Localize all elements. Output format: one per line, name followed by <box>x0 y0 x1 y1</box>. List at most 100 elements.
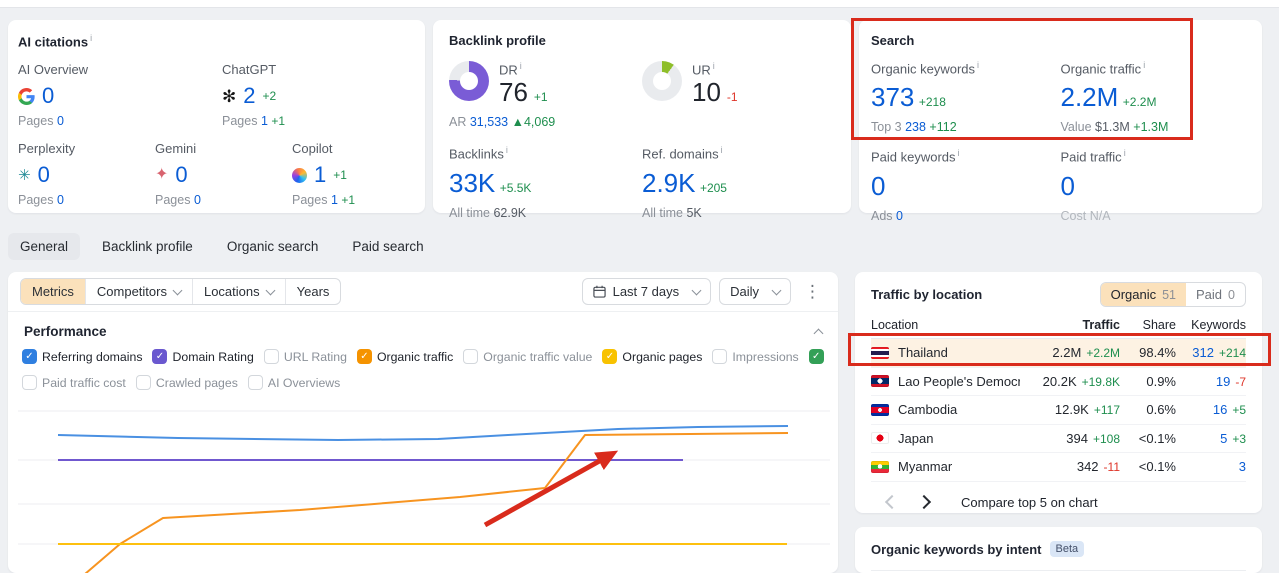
metric-toggles-row-1: ✓ Referring domains ✓ Domain Rating URL Rati… <box>22 349 824 364</box>
flag-laos-icon <box>871 375 889 388</box>
prev-page-icon[interactable] <box>884 494 900 510</box>
metric-label: Paid traffic i <box>1060 148 1126 165</box>
info-icon[interactable]: i <box>721 145 723 155</box>
metric-toggle-label: Organic pages <box>622 349 703 364</box>
collapse-section-icon[interactable] <box>813 328 824 338</box>
metric-toggle-label: Impressions <box>732 349 799 364</box>
paid-traffic-value[interactable]: 0 <box>1061 171 1075 202</box>
filter-locations[interactable]: Locations <box>191 279 285 304</box>
tab-general[interactable]: General <box>8 233 81 260</box>
compare-top5-link[interactable]: Compare top 5 on chart <box>961 495 1098 510</box>
metric-toggles: ✓ Referring domains ✓ Domain Rating URL Rati… <box>8 339 838 390</box>
info-icon[interactable]: i <box>713 61 715 71</box>
keywords-value[interactable]: 5 +3 <box>1176 431 1246 446</box>
share-value: <0.1% <box>1138 459 1176 475</box>
keywords-value[interactable]: 3 <box>1176 459 1246 474</box>
col-share[interactable]: Share <box>1120 318 1176 332</box>
toggle-organic[interactable]: Organic 51 <box>1100 283 1187 306</box>
ur-metric: UR i 10 -1 <box>642 61 835 129</box>
metric-label: Paid keywords i <box>871 148 960 165</box>
table-header: Location Traffic Share Keywords <box>871 313 1246 339</box>
metric-value: 0 <box>175 162 188 188</box>
metric-toggle-organic-pages[interactable]: ✓ Organic pages <box>602 349 702 364</box>
tab-paid-search[interactable]: Paid search <box>340 233 435 260</box>
info-icon[interactable]: i <box>1124 148 1126 158</box>
organic-traffic-value[interactable]: 2.2M <box>1061 82 1119 113</box>
metric-toggle-crawled-pages[interactable]: Crawled pages <box>135 375 238 390</box>
next-page-icon[interactable] <box>916 494 932 510</box>
series-organic-traffic <box>84 432 789 573</box>
metric-label: DR i <box>499 61 522 78</box>
location-row-cambodia[interactable]: Cambodia 12.9K +117 0.6% 16 +5 <box>871 396 1246 425</box>
metric-toggle-organic-traffic-value[interactable]: Organic traffic value <box>463 349 592 364</box>
value-line: Value $1.3M +1.3M <box>1060 120 1169 135</box>
metric-toggle-url-rating[interactable]: URL Rating <box>263 349 347 364</box>
tab-backlink-profile[interactable]: Backlink profile <box>90 233 205 260</box>
ai-citations-title: AI citations i <box>18 33 93 50</box>
location-row-laos[interactable]: Lao People's Democratic Reput 20.2K+19.8K… <box>871 368 1246 396</box>
keywords-value[interactable]: 16 +5 <box>1176 402 1246 417</box>
ref-domains-value[interactable]: 2.9K <box>642 168 696 199</box>
series-referring-domains <box>57 425 789 441</box>
performance-panel: Metrics Competitors Locations Years Last… <box>8 272 838 573</box>
info-icon[interactable]: i <box>520 61 522 71</box>
info-icon[interactable]: i <box>958 148 960 158</box>
metric-toggle-referring-domains[interactable]: ✓ Referring domains <box>22 349 142 364</box>
tab-organic-search[interactable]: Organic search <box>215 233 331 260</box>
metric-toggle-label: AI Overviews <box>267 375 341 390</box>
metric-toggle-paid-traffic-cost[interactable]: Paid traffic cost <box>22 375 126 390</box>
location-row-thailand[interactable]: Thailand 2.2M +2.2M 98.4% 312 +214 <box>871 339 1246 368</box>
gemini-metric: Gemini ✦ 0 Pages 0 <box>155 141 292 207</box>
info-icon[interactable]: i <box>506 145 508 155</box>
backlinks-value[interactable]: 33K <box>449 168 495 199</box>
toggle-paid[interactable]: Paid 0 <box>1186 283 1245 306</box>
checked-checkbox-icon: ✓ <box>808 349 824 364</box>
metric-toggle-label: Referring domains <box>42 349 143 364</box>
metric-toggle-paid-traffic[interactable]: ✓Paid traffic <box>808 349 824 364</box>
info-icon[interactable]: i <box>1143 60 1145 70</box>
location-name: Japan <box>898 430 934 446</box>
annotation-arrow <box>483 450 619 528</box>
search-title: Search <box>871 33 915 48</box>
share-value: 0.9% <box>1146 373 1176 389</box>
filter-bar: Metrics Competitors Locations Years Last… <box>8 272 838 312</box>
metric-label: Perplexity <box>18 141 76 157</box>
pages-line: Pages 0 <box>18 193 64 208</box>
metric-label: ChatGPT <box>222 62 277 78</box>
metric-toggle-organic-traffic[interactable]: ✓ Organic traffic <box>356 349 454 364</box>
metric-toggle-impressions[interactable]: Impressions <box>712 349 799 364</box>
filter-metrics[interactable]: Metrics <box>21 279 85 304</box>
organic-keywords-metric: Organic keywords i 373 +218 Top 3 238 +11… <box>871 60 1061 134</box>
pages-line: Pages 0 <box>155 193 201 208</box>
organic-keywords-delta: +218 <box>918 95 946 110</box>
keywords-value[interactable]: 19 -7 <box>1176 374 1246 389</box>
ur-value: 10 <box>692 77 721 108</box>
paid-keywords-value[interactable]: 0 <box>871 171 885 202</box>
filter-competitors[interactable]: Competitors <box>84 279 192 304</box>
metric-toggle-ai-overviews[interactable]: AI Overviews <box>247 375 341 390</box>
date-range-button[interactable]: Last 7 days <box>581 278 712 305</box>
organic-keywords-value[interactable]: 373 <box>871 82 914 113</box>
col-location[interactable]: Location <box>871 318 1020 332</box>
col-keywords[interactable]: Keywords <box>1176 318 1246 332</box>
granularity-button[interactable]: Daily <box>719 278 791 305</box>
location-row-japan[interactable]: Japan 394 +108 <0.1% 5 +3 <box>871 425 1246 453</box>
unchecked-checkbox-icon <box>135 375 151 390</box>
flag-thailand-icon <box>871 346 889 359</box>
more-options-icon[interactable]: ⋮ <box>799 283 826 300</box>
col-traffic[interactable]: Traffic <box>1020 318 1120 332</box>
info-icon[interactable]: i <box>977 60 979 70</box>
ai-overview-metric: AI Overview 0 Pages 0 <box>18 62 222 128</box>
info-icon[interactable]: i <box>90 33 92 43</box>
traffic-value: 2.2M +2.2M <box>1052 345 1120 361</box>
metric-toggle-label: Organic traffic <box>376 349 454 364</box>
location-row-myanmar[interactable]: Myanmar 342 -11 <0.1% 3 <box>871 453 1246 482</box>
share-value: 0.6% <box>1146 402 1176 418</box>
ar-line: AR 31,533 ▲4,069 <box>449 115 556 130</box>
metric-toggle-domain-rating[interactable]: ✓ Domain Rating <box>152 349 254 364</box>
traffic-table-body: Thailand 2.2M +2.2M 98.4% 312 +214 Lao People'… <box>871 339 1246 482</box>
chatgpt-metric: ChatGPT ✻ 2 +2 Pages 1 +1 <box>222 62 285 128</box>
keywords-value[interactable]: 312 +214 <box>1176 345 1246 360</box>
filter-years[interactable]: Years <box>284 279 341 304</box>
chevron-down-icon <box>172 285 183 295</box>
